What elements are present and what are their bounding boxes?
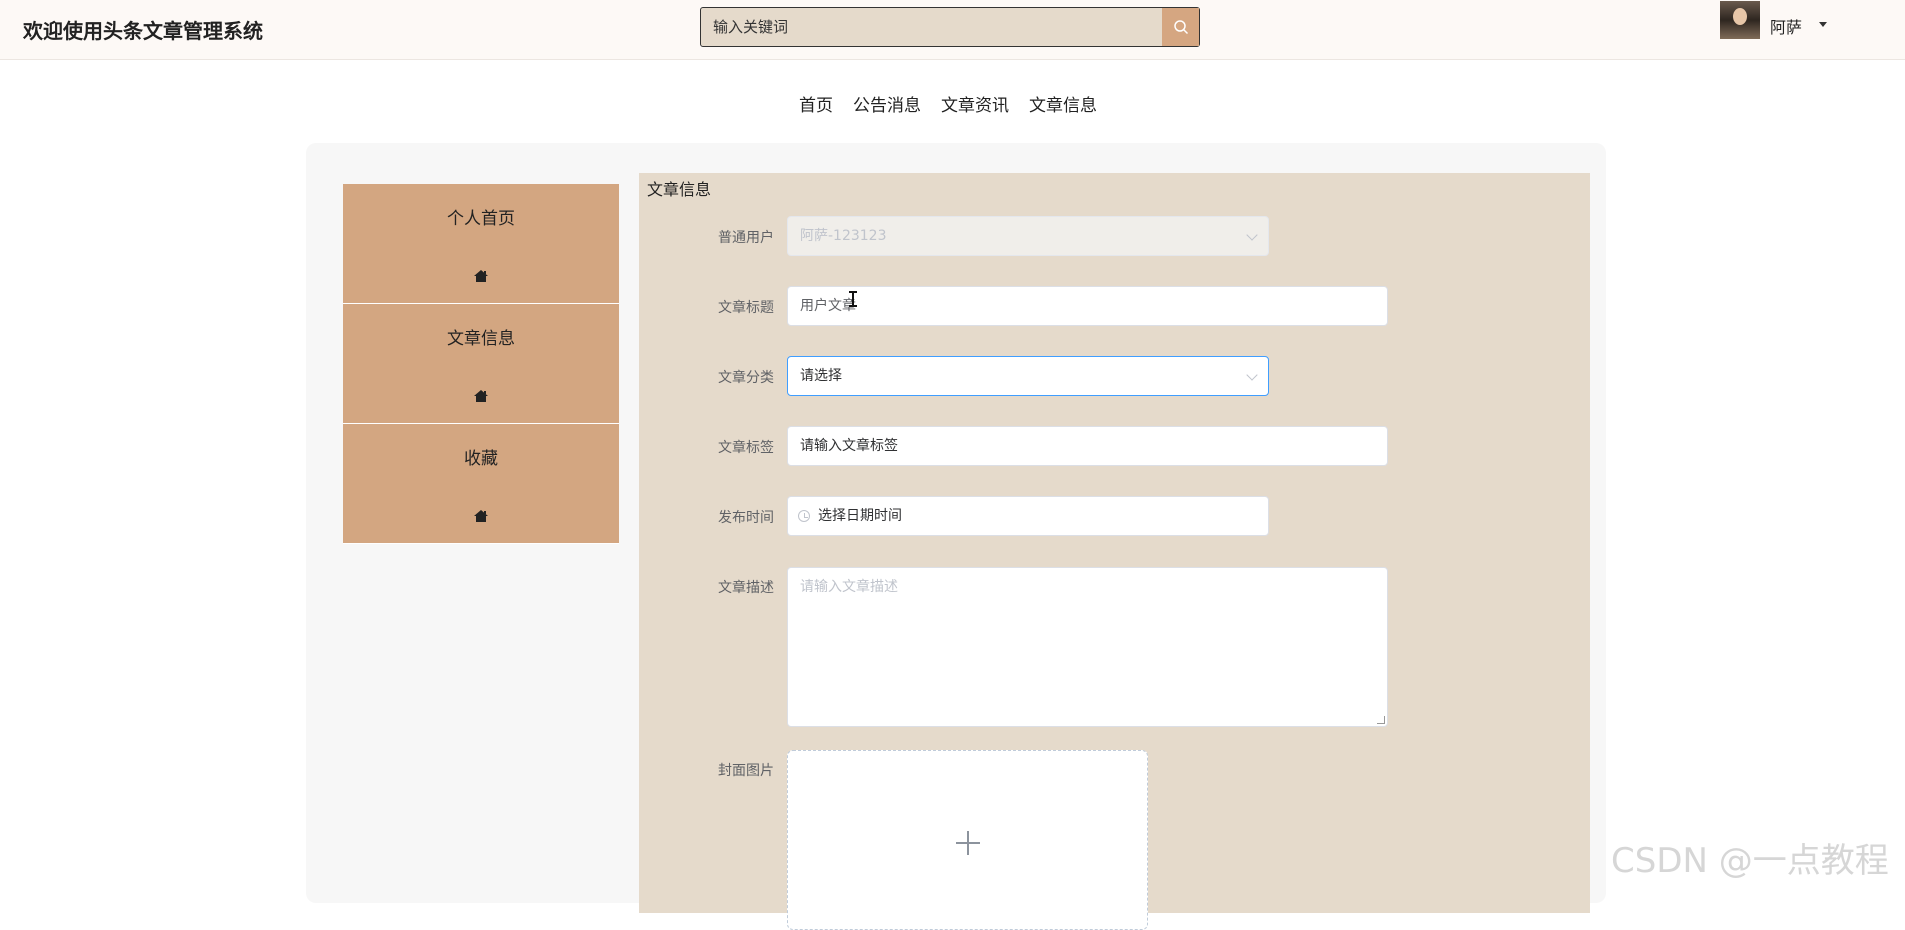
sidebar-item-profile[interactable]: 个人首页 <box>343 184 619 304</box>
nav-item-notices[interactable]: 公告消息 <box>853 91 921 116</box>
tag-field[interactable]: 请输入文章标签 <box>787 426 1388 466</box>
home-icon <box>474 390 488 402</box>
nav-item-news[interactable]: 文章资讯 <box>941 91 1009 116</box>
sidebar-item-label: 个人首页 <box>447 209 515 229</box>
publish-time-label: 发布时间 <box>718 510 774 526</box>
nav-item-home[interactable]: 首页 <box>799 91 833 116</box>
user-name[interactable]: 阿萨 <box>1770 14 1802 38</box>
chevron-down-icon <box>1246 369 1258 381</box>
description-textarea[interactable]: 请输入文章描述 <box>787 567 1388 727</box>
user-select-value: 阿萨-123123 <box>800 228 887 244</box>
article-title-field[interactable]: 用户文章 <box>787 286 1388 326</box>
resize-handle-icon[interactable] <box>1377 716 1385 724</box>
site-title: 欢迎使用头条文章管理系统 <box>23 19 263 43</box>
description-placeholder: 请输入文章描述 <box>800 579 898 595</box>
tag-label: 文章标签 <box>718 440 774 456</box>
cover-label: 封面图片 <box>718 763 774 779</box>
category-select-value: 请选择 <box>800 368 842 384</box>
search-box <box>700 7 1200 47</box>
description-label: 文章描述 <box>718 580 774 596</box>
user-select: 阿萨-123123 <box>787 216 1269 256</box>
side-menu: 个人首页 文章信息 收藏 <box>343 184 619 544</box>
cover-uploader[interactable] <box>787 750 1148 930</box>
form-title: 文章信息 <box>647 180 712 199</box>
sidebar-item-articles[interactable]: 文章信息 <box>343 304 619 424</box>
clock-icon <box>798 510 810 522</box>
home-icon <box>474 510 488 522</box>
caret-down-icon[interactable] <box>1819 22 1827 27</box>
home-icon <box>474 270 488 282</box>
search-button[interactable] <box>1162 8 1199 46</box>
publish-time-value: 选择日期时间 <box>818 508 902 524</box>
tag-field-value: 请输入文章标签 <box>800 438 898 454</box>
article-title-label: 文章标题 <box>718 300 774 316</box>
article-title-value: 用户文章 <box>800 298 856 314</box>
category-select[interactable]: 请选择 <box>787 356 1269 396</box>
search-input[interactable] <box>701 8 1163 46</box>
publish-time-picker[interactable]: 选择日期时间 <box>787 496 1269 536</box>
text-cursor-icon <box>849 291 857 307</box>
search-icon <box>1173 20 1188 35</box>
watermark: CSDN @一点教程 <box>1611 841 1889 881</box>
avatar[interactable] <box>1720 1 1760 39</box>
user-label: 普通用户 <box>718 230 774 246</box>
sidebar-item-label: 文章信息 <box>447 329 515 349</box>
article-form: 文章信息 普通用户 阿萨-123123 文章标题 用户文章 文章分类 请选择 文… <box>639 173 1590 930</box>
sidebar-item-favorites[interactable]: 收藏 <box>343 424 619 544</box>
category-label: 文章分类 <box>718 370 774 386</box>
chevron-down-icon <box>1246 229 1258 241</box>
sidebar-item-label: 收藏 <box>464 449 498 469</box>
main-nav: 首页 公告消息 文章资讯 文章信息 <box>0 91 1905 116</box>
top-header: 欢迎使用头条文章管理系统 阿萨 <box>0 0 1905 60</box>
nav-item-articles[interactable]: 文章信息 <box>1029 91 1097 116</box>
plus-icon <box>956 831 980 855</box>
